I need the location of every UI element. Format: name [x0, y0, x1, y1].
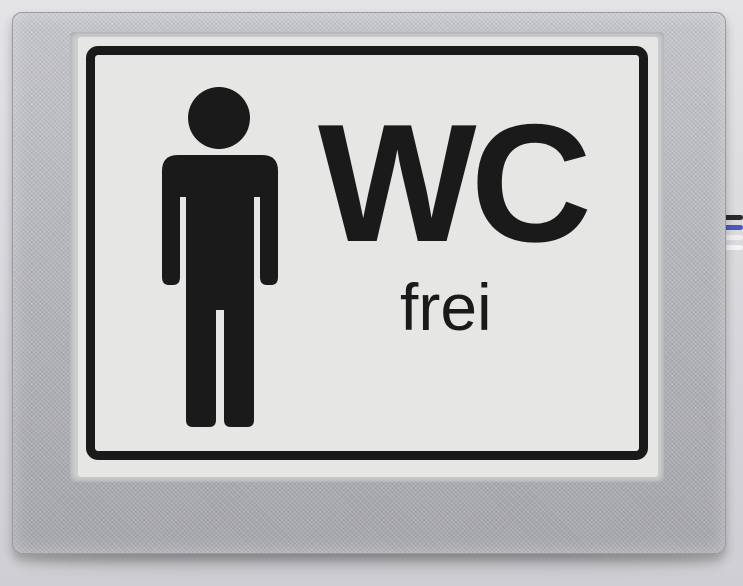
photo-scene: WC frei [0, 0, 743, 586]
sign-title: WC [318, 89, 592, 277]
sign-status: frei [400, 270, 492, 344]
male-person-icon [162, 87, 278, 427]
